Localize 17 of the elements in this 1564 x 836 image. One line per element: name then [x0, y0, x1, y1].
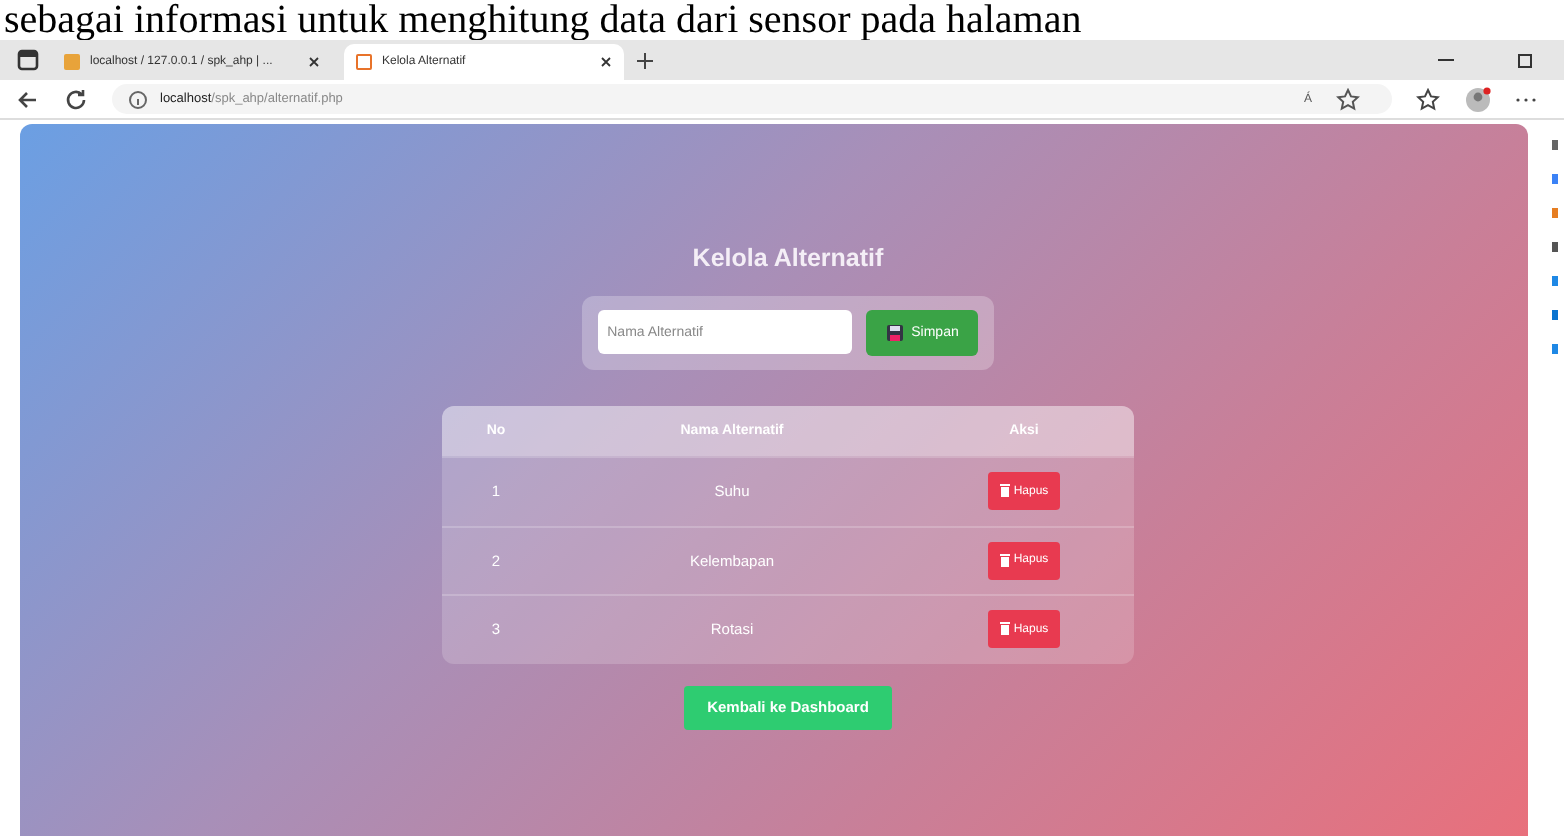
trash-icon	[999, 553, 1010, 568]
restore-icon[interactable]	[1516, 50, 1536, 70]
profile-icon[interactable]	[1464, 85, 1492, 113]
caption-text: sebagai informasi untuk menghitung data dari sensor pada halaman	[2, 0, 1084, 40]
page-title: Kelola Alternatif	[692, 244, 884, 272]
close-icon[interactable]	[600, 56, 612, 68]
reload-icon[interactable]	[64, 87, 88, 111]
close-icon[interactable]	[308, 56, 320, 68]
trash-icon	[999, 622, 1010, 637]
floppy-icon	[885, 324, 904, 342]
star-icon[interactable]	[1336, 87, 1360, 111]
favorites-icon[interactable]	[1416, 87, 1440, 111]
new-tab-icon[interactable]	[636, 51, 654, 69]
tab-actions-icon[interactable]	[16, 48, 40, 72]
trash-icon	[999, 484, 1010, 499]
info-icon	[128, 89, 148, 109]
back-arrow-icon[interactable]	[16, 87, 40, 111]
